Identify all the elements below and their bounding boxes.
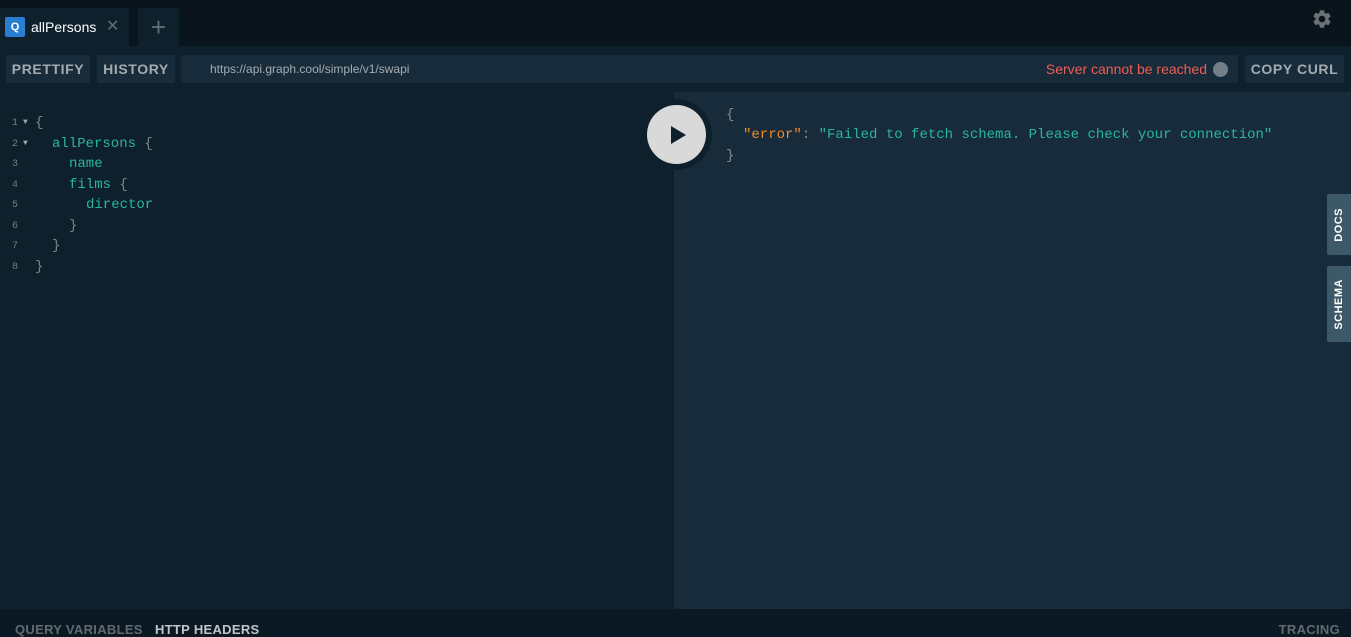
copy-curl-button[interactable]: COPY CURL bbox=[1245, 55, 1344, 83]
tracing-tab[interactable]: TRACING bbox=[1279, 622, 1340, 637]
result-line: } bbox=[726, 148, 735, 164]
result-key: "error" bbox=[743, 127, 802, 143]
query-editor[interactable]: 1 ▼ { 2 ▼ allPersons { 3 name 4 films { … bbox=[0, 92, 674, 609]
result-error-message: "Failed to fetch schema. Please check yo… bbox=[818, 127, 1273, 143]
run-button-face[interactable] bbox=[647, 105, 706, 164]
line-number: 8 bbox=[12, 262, 19, 273]
prettify-button[interactable]: PRETTIFY bbox=[6, 55, 90, 83]
line-number: 6 bbox=[12, 221, 19, 232]
code-field: allPersons bbox=[52, 136, 137, 152]
tab-title: allPersons bbox=[31, 19, 97, 35]
triangle-down-icon[interactable]: ▼ bbox=[23, 118, 28, 127]
code-punct: { bbox=[136, 136, 153, 152]
bottom-bar: QUERY VARIABLES HTTP HEADERS TRACING bbox=[0, 609, 1351, 637]
status-dot-icon bbox=[1213, 62, 1228, 77]
history-button[interactable]: HISTORY bbox=[97, 55, 175, 83]
endpoint-url[interactable]: https://api.graph.cool/simple/v1/swapi bbox=[210, 62, 409, 76]
result-colon: : bbox=[801, 127, 819, 143]
docs-tab[interactable]: DOCS bbox=[1327, 194, 1351, 255]
line-number: 2 bbox=[12, 139, 19, 150]
code-field: director bbox=[86, 197, 154, 213]
endpoint-input[interactable]: https://api.graph.cool/simple/v1/swapi S… bbox=[181, 55, 1238, 83]
docs-tab-label: DOCS bbox=[1333, 207, 1345, 242]
server-status-text: Server cannot be reached bbox=[1045, 61, 1207, 77]
code-text: } bbox=[35, 259, 44, 275]
triangle-down-icon[interactable]: ▼ bbox=[23, 139, 28, 148]
code-text: allPersons { bbox=[52, 136, 153, 152]
tab-bar: Q allPersons ✕ + bbox=[0, 0, 1351, 46]
code-text: } bbox=[69, 218, 78, 234]
toolbar: PRETTIFY HISTORY https://api.graph.cool/… bbox=[0, 46, 1351, 92]
gear-icon[interactable] bbox=[1311, 8, 1333, 30]
query-badge: Q bbox=[5, 17, 25, 37]
code-field: name bbox=[69, 156, 103, 172]
result-line: "error": "Failed to fetch schema. Please… bbox=[743, 127, 1272, 147]
add-tab-button[interactable]: + bbox=[138, 8, 179, 46]
query-variables-tab[interactable]: QUERY VARIABLES bbox=[15, 622, 143, 637]
line-number: 7 bbox=[12, 241, 19, 252]
line-number: 3 bbox=[12, 159, 19, 170]
run-query-button[interactable] bbox=[641, 99, 712, 170]
tab-allpersons[interactable]: Q allPersons ✕ bbox=[0, 8, 129, 46]
result-pane[interactable]: { "error": "Failed to fetch schema. Plea… bbox=[674, 92, 1351, 609]
schema-tab-label: SCHEMA bbox=[1333, 278, 1345, 330]
code-field: films bbox=[69, 177, 112, 193]
line-number: 1 bbox=[12, 118, 19, 129]
result-line: { bbox=[726, 107, 735, 123]
close-icon[interactable]: ✕ bbox=[106, 18, 119, 36]
code-punct: { bbox=[111, 177, 128, 193]
code-text: { bbox=[35, 115, 44, 131]
play-icon bbox=[670, 125, 686, 144]
code-text: films { bbox=[69, 177, 128, 193]
http-headers-tab[interactable]: HTTP HEADERS bbox=[155, 622, 259, 637]
line-number: 5 bbox=[12, 200, 19, 211]
line-number: 4 bbox=[12, 180, 19, 191]
graphql-playground: Q allPersons ✕ + PRETTIFY HISTORY https:… bbox=[0, 0, 1351, 637]
code-text: } bbox=[52, 238, 61, 254]
schema-tab[interactable]: SCHEMA bbox=[1327, 266, 1351, 342]
